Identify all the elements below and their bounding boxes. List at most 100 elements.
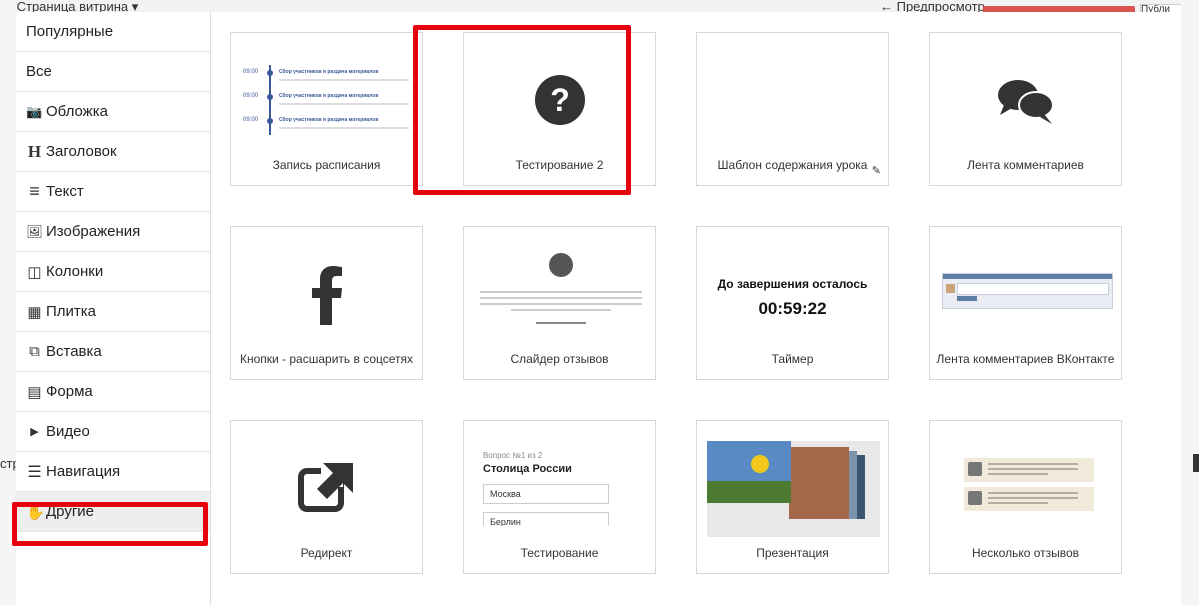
tile-label: Запись расписания	[272, 158, 381, 172]
slide-main	[707, 441, 791, 503]
highlight-box-other	[12, 502, 208, 546]
review-text-line	[988, 502, 1048, 504]
flower-shape	[751, 455, 769, 473]
schedule-time: 09:00	[243, 93, 259, 99]
tile-timer[interactable]: До завершения осталось 00:59:22 Таймер	[696, 226, 889, 380]
edit-pencil-icon[interactable]: ✎	[872, 164, 881, 177]
sidebar-item-label: Вставка	[46, 343, 102, 360]
sidebar-item-all[interactable]: Все	[16, 52, 210, 92]
schedule-dot	[267, 118, 273, 124]
reviewer-avatar	[968, 462, 982, 476]
sidebar-item-form[interactable]: ▤ Форма	[16, 372, 210, 412]
review-text-line	[988, 492, 1078, 494]
tile-label: Таймер	[771, 352, 814, 366]
background-right-block	[1193, 454, 1199, 472]
sidebar-item-video[interactable]: ▶ Видео	[16, 412, 210, 452]
tile-reviews-slider[interactable]: Слайдер отзывов	[463, 226, 656, 380]
tile-schedule[interactable]: 09:00 Сбор участников и раздача материал…	[230, 32, 423, 186]
schedule-item-title: Сбор участников и раздача материалов	[279, 93, 379, 99]
sidebar-item-popular[interactable]: Популярные	[16, 12, 210, 52]
vk-send-button	[957, 296, 977, 301]
schedule-dot	[267, 94, 273, 100]
tile-presentation[interactable]: Презентация	[696, 420, 889, 574]
presentation-preview	[707, 441, 880, 537]
sidebar-item-images[interactable]: 🖼 Изображения	[16, 212, 210, 252]
review-text-line	[480, 303, 642, 305]
sidebar-item-label: Текст	[46, 183, 84, 200]
tile-multiple-reviews[interactable]: Несколько отзывов	[929, 420, 1122, 574]
slide-grass	[707, 481, 791, 503]
sidebar-item-embed[interactable]: ⧉ Вставка	[16, 332, 210, 372]
sidebar-item-label: Популярные	[26, 23, 114, 40]
schedule-item-title: Сбор участников и раздача материалов	[279, 117, 379, 123]
sidebar-item-cover[interactable]: 📷 Обложка	[16, 92, 210, 132]
tile-share-buttons[interactable]: Кнопки - расшарить в соцсетях	[230, 226, 423, 380]
vk-header-bar	[943, 274, 1112, 279]
category-sidebar: Популярные Все 📷 Обложка H Заголовок ≡ Т…	[12, 12, 211, 605]
sidebar-item-label: Навигация	[46, 463, 121, 480]
tile-comments-feed[interactable]: Лента комментариев	[929, 32, 1122, 186]
sidebar-item-text[interactable]: ≡ Текст	[16, 172, 210, 212]
columns-icon: ◫	[27, 263, 42, 281]
schedule-item-desc	[279, 127, 409, 129]
tile-label: Презентация	[756, 546, 829, 560]
tile-label: Шаблон содержания урока	[717, 158, 868, 172]
block-picker-modal: Популярные Все 📷 Обложка H Заголовок ≡ Т…	[12, 12, 1181, 605]
tile-lesson-template[interactable]: Шаблон содержания урока ✎	[696, 32, 889, 186]
sidebar-item-label: Заголовок	[46, 143, 117, 160]
sidebar-item-label: Обложка	[46, 103, 108, 120]
menu-icon: ☰	[27, 463, 42, 481]
schedule-item-title: Сбор участников и раздача материалов	[279, 69, 379, 75]
tile-label: Слайдер отзывов	[510, 352, 609, 366]
tile-redirect[interactable]: Редирект	[230, 420, 423, 574]
vk-widget-preview	[942, 273, 1113, 309]
schedule-item-desc	[279, 79, 409, 81]
schedule-time: 09:00	[243, 117, 259, 123]
tile-label: Редирект	[300, 546, 353, 560]
review-text-line	[480, 291, 642, 293]
sidebar-item-label: Все	[26, 63, 52, 80]
block-grid: 09:00 Сбор участников и раздача материал…	[211, 12, 1181, 605]
vk-avatar	[946, 284, 955, 293]
form-icon: ▤	[27, 383, 42, 401]
schedule-time: 09:00	[243, 69, 259, 75]
sidebar-item-label: Колонки	[46, 263, 104, 280]
quiz-option: Москва	[483, 484, 609, 504]
tile-vk-comments[interactable]: Лента комментариев ВКонтакте	[929, 226, 1122, 380]
review-card	[964, 458, 1094, 482]
schedule-item-desc	[279, 103, 409, 105]
timer-value: 00:59:22	[758, 299, 827, 318]
review-text-line	[988, 473, 1048, 475]
tile-testing[interactable]: Вопрос №1 из 2 Столица России Москва Бер…	[463, 420, 656, 574]
sidebar-item-navigation[interactable]: ☰ Навигация	[16, 452, 210, 492]
image-icon: 🖼	[26, 223, 43, 239]
tile-label: Лента комментариев ВКонтакте	[936, 352, 1115, 366]
background-right-edge	[1181, 0, 1199, 605]
reviewer-avatar	[968, 491, 982, 505]
sidebar-item-label: Видео	[46, 423, 90, 440]
sidebar-item-label: Изображения	[46, 223, 141, 240]
camera-icon: 📷	[26, 103, 43, 119]
sidebar-item-columns[interactable]: ◫ Колонки	[16, 252, 210, 292]
reviewer-name-line	[536, 322, 586, 324]
schedule-dot	[267, 70, 273, 76]
tile-label: Кнопки - расшарить в соцсетях	[239, 352, 414, 366]
review-card	[964, 487, 1094, 511]
comments-icon	[930, 77, 1121, 132]
quiz-question-title: Столица России	[483, 463, 572, 475]
youtube-icon: ▶	[30, 426, 39, 438]
review-text-line	[480, 297, 642, 299]
external-link-icon	[231, 461, 422, 518]
highlight-box-schedule	[413, 25, 631, 195]
grid-icon: ▦	[27, 303, 42, 321]
timer-title: До завершения осталось	[717, 277, 868, 291]
sidebar-item-heading[interactable]: H Заголовок	[16, 132, 210, 172]
sidebar-item-tiles[interactable]: ▦ Плитка	[16, 292, 210, 332]
sidebar-item-label: Форма	[46, 383, 93, 400]
cubes-icon: ⧉	[29, 343, 40, 360]
facebook-icon	[231, 265, 422, 330]
review-text-line	[988, 497, 1078, 499]
review-text-line	[988, 463, 1078, 465]
vk-comment-input	[957, 283, 1109, 295]
text-lines-icon: ≡	[29, 181, 40, 201]
